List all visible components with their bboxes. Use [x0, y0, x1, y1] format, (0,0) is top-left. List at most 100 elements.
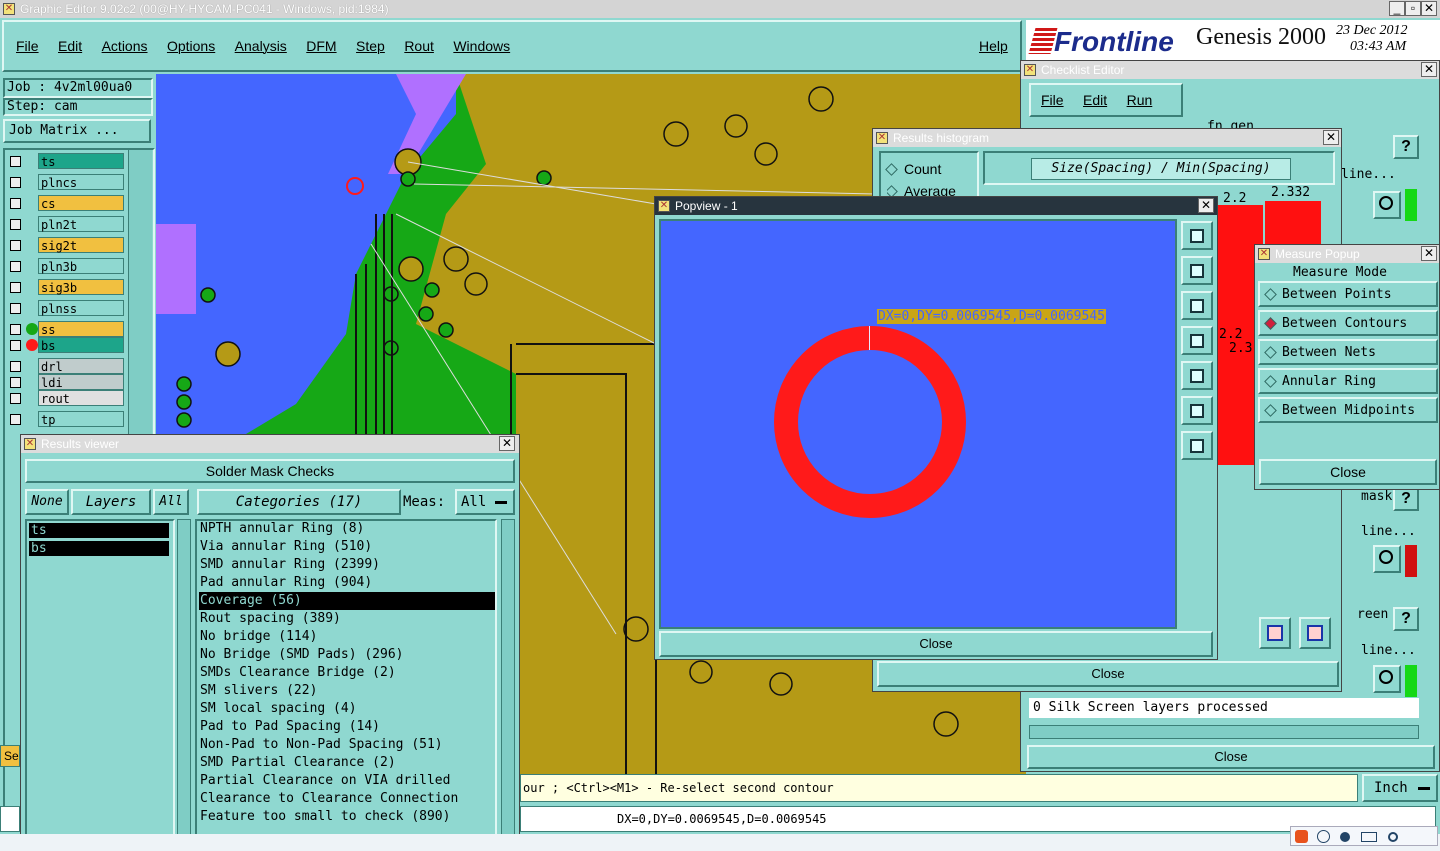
popview-tool-6[interactable]	[1181, 396, 1213, 425]
result-layer-bs[interactable]: bs	[29, 541, 169, 556]
menu-windows[interactable]: Windows	[453, 38, 510, 54]
layer-row-plncs[interactable]: plncs	[6, 174, 124, 190]
measure-close-button[interactable]: Close	[1259, 459, 1437, 485]
count-option[interactable]: Count	[885, 161, 941, 177]
job-matrix-button[interactable]: Job Matrix ...	[3, 119, 151, 143]
measure-mode-option[interactable]: Between Midpoints	[1258, 397, 1438, 423]
category-item[interactable]: No Bridge (SMD Pads) (296)	[199, 646, 495, 664]
menu-edit[interactable]: Edit	[58, 38, 82, 54]
checklist-hscroll[interactable]	[1029, 725, 1419, 739]
layer-row-tp[interactable]: tp	[6, 411, 124, 427]
measure-mode-option[interactable]: Between Nets	[1258, 339, 1438, 365]
histogram-nav-right[interactable]	[1299, 617, 1331, 649]
menu-actions[interactable]: Actions	[102, 38, 148, 54]
menu-options[interactable]: Options	[167, 38, 215, 54]
layer-checkbox-sig3b[interactable]	[10, 282, 21, 293]
category-item[interactable]: SMD Partial Clearance (2)	[199, 754, 495, 772]
none-button[interactable]: None	[25, 489, 69, 515]
histogram-nav-left[interactable]	[1259, 617, 1291, 649]
category-item[interactable]: Non-Pad to Non-Pad Spacing (51)	[199, 736, 495, 754]
histogram-titlebar[interactable]: ✕ Results histogram ✕	[873, 129, 1341, 147]
category-item[interactable]: SM slivers (22)	[199, 682, 495, 700]
layers-button[interactable]: Layers	[71, 489, 151, 515]
layer-row-plnss[interactable]: plnss	[6, 300, 124, 316]
layer-checkbox-plnss[interactable]	[10, 303, 21, 314]
popview-tool-2[interactable]	[1181, 256, 1213, 285]
category-item[interactable]: Pad to Pad Spacing (14)	[199, 718, 495, 736]
popview-close-button[interactable]: Close	[659, 631, 1213, 657]
category-item[interactable]: Rout spacing (389)	[199, 610, 495, 628]
layer-results-list[interactable]: ts bs	[25, 519, 175, 849]
measure-mode-option[interactable]: Between Contours	[1258, 310, 1438, 336]
layer-checkbox-ss[interactable]	[10, 324, 21, 335]
layer-row-pln3b[interactable]: pln3b	[6, 258, 124, 274]
layer-row-ldi[interactable]: ldi	[6, 374, 124, 390]
checklist-menu-run[interactable]: Run	[1127, 92, 1153, 108]
meas-dropdown[interactable]: All	[455, 489, 515, 515]
menu-help[interactable]: Help	[979, 38, 1008, 54]
main-titlebar[interactable]: ✕ Graphic Editor 9.02c2 (00@HY-HYCAM-PC0…	[0, 0, 1440, 18]
layer-checkbox-pln2t[interactable]	[10, 219, 21, 230]
checklist-help-2[interactable]: ?	[1393, 487, 1419, 511]
category-item[interactable]: NPTH annular Ring (8)	[199, 520, 495, 538]
popview-close-icon[interactable]: ✕	[1198, 198, 1214, 213]
category-item[interactable]: Feature too small to check (890)	[199, 808, 495, 826]
category-item[interactable]: Via annular Ring (510)	[199, 538, 495, 556]
popview-tool-1[interactable]	[1181, 221, 1213, 250]
menu-dfm[interactable]: DFM	[306, 38, 336, 54]
layer-checkbox-ts[interactable]	[10, 156, 21, 167]
layer-checkbox-ldi[interactable]	[10, 377, 21, 388]
layer-checkbox-tp[interactable]	[10, 414, 21, 425]
checklist-editor-close-icon[interactable]: ✕	[1421, 62, 1437, 77]
layer-list-scrollbar[interactable]	[128, 150, 152, 440]
checklist-help-1[interactable]: ?	[1393, 135, 1419, 159]
layer-row-bs[interactable]: bs	[6, 337, 124, 353]
ime-toolbar[interactable]	[1290, 826, 1438, 846]
checklist-menu-edit[interactable]: Edit	[1083, 92, 1107, 108]
measure-mode-option[interactable]: Annular Ring	[1258, 368, 1438, 394]
layer-row-pln2t[interactable]: pln2t	[6, 216, 124, 232]
histogram-close-button[interactable]: Close	[877, 661, 1339, 687]
category-item[interactable]: Pad annular Ring (904)	[199, 574, 495, 592]
maximize-button[interactable]: ▫	[1405, 1, 1421, 16]
checklist-editor-titlebar[interactable]: ✕ Checklist Editor ✕	[1021, 61, 1439, 79]
menu-rout[interactable]: Rout	[404, 38, 434, 54]
layer-checkbox-drl[interactable]	[10, 361, 21, 372]
result-layer-ts[interactable]: ts	[29, 523, 169, 538]
checklist-zoom-2[interactable]	[1373, 545, 1401, 573]
measure-popup-close-icon[interactable]: ✕	[1421, 246, 1437, 261]
layer-row-ts[interactable]: ts	[6, 153, 124, 169]
measure-popup-titlebar[interactable]: ✕ Measure Popup ✕	[1255, 245, 1439, 263]
category-item[interactable]: No bridge (114)	[199, 628, 495, 646]
layer-row-rout[interactable]: rout	[6, 390, 124, 406]
layer-results-scrollbar[interactable]	[177, 519, 191, 849]
units-dropdown[interactable]: Inch	[1362, 774, 1438, 802]
all-layers-button[interactable]: All	[153, 489, 189, 515]
popview-tool-5[interactable]	[1181, 361, 1213, 390]
checklist-close-button[interactable]: Close	[1027, 745, 1435, 769]
menu-file[interactable]: File	[16, 38, 39, 54]
category-item[interactable]: SMDs Clearance Bridge (2)	[199, 664, 495, 682]
category-item[interactable]: SM local spacing (4)	[199, 700, 495, 718]
layer-checkbox-cs[interactable]	[10, 198, 21, 209]
minimize-button[interactable]: _	[1389, 1, 1405, 16]
checklist-help-3[interactable]: ?	[1393, 607, 1419, 631]
category-item[interactable]: Coverage (56)	[199, 592, 495, 610]
layer-checkbox-plncs[interactable]	[10, 177, 21, 188]
menu-analysis[interactable]: Analysis	[235, 38, 287, 54]
layer-checkbox-bs[interactable]	[10, 340, 21, 351]
results-viewer-titlebar[interactable]: ✕ Results viewer ✕	[21, 435, 519, 453]
categories-button[interactable]: Categories (17)	[197, 489, 401, 515]
menu-step[interactable]: Step	[356, 38, 385, 54]
layer-checkbox-pln3b[interactable]	[10, 261, 21, 272]
layer-checkbox-rout[interactable]	[10, 393, 21, 404]
popview-titlebar[interactable]: ✕ Popview - 1 ✕	[655, 197, 1217, 215]
categories-scrollbar[interactable]	[501, 519, 515, 849]
layer-row-sig2t[interactable]: sig2t	[6, 237, 124, 253]
average-option[interactable]: Average	[887, 183, 956, 197]
layer-row-drl[interactable]: drl	[6, 358, 124, 374]
measure-mode-option[interactable]: Between Points	[1258, 281, 1438, 307]
checklist-menu-file[interactable]: File	[1041, 92, 1064, 108]
popview-canvas[interactable]: DX=0,DY=0.0069545,D=0.0069545	[659, 219, 1177, 629]
checklist-zoom-3[interactable]	[1373, 665, 1401, 693]
